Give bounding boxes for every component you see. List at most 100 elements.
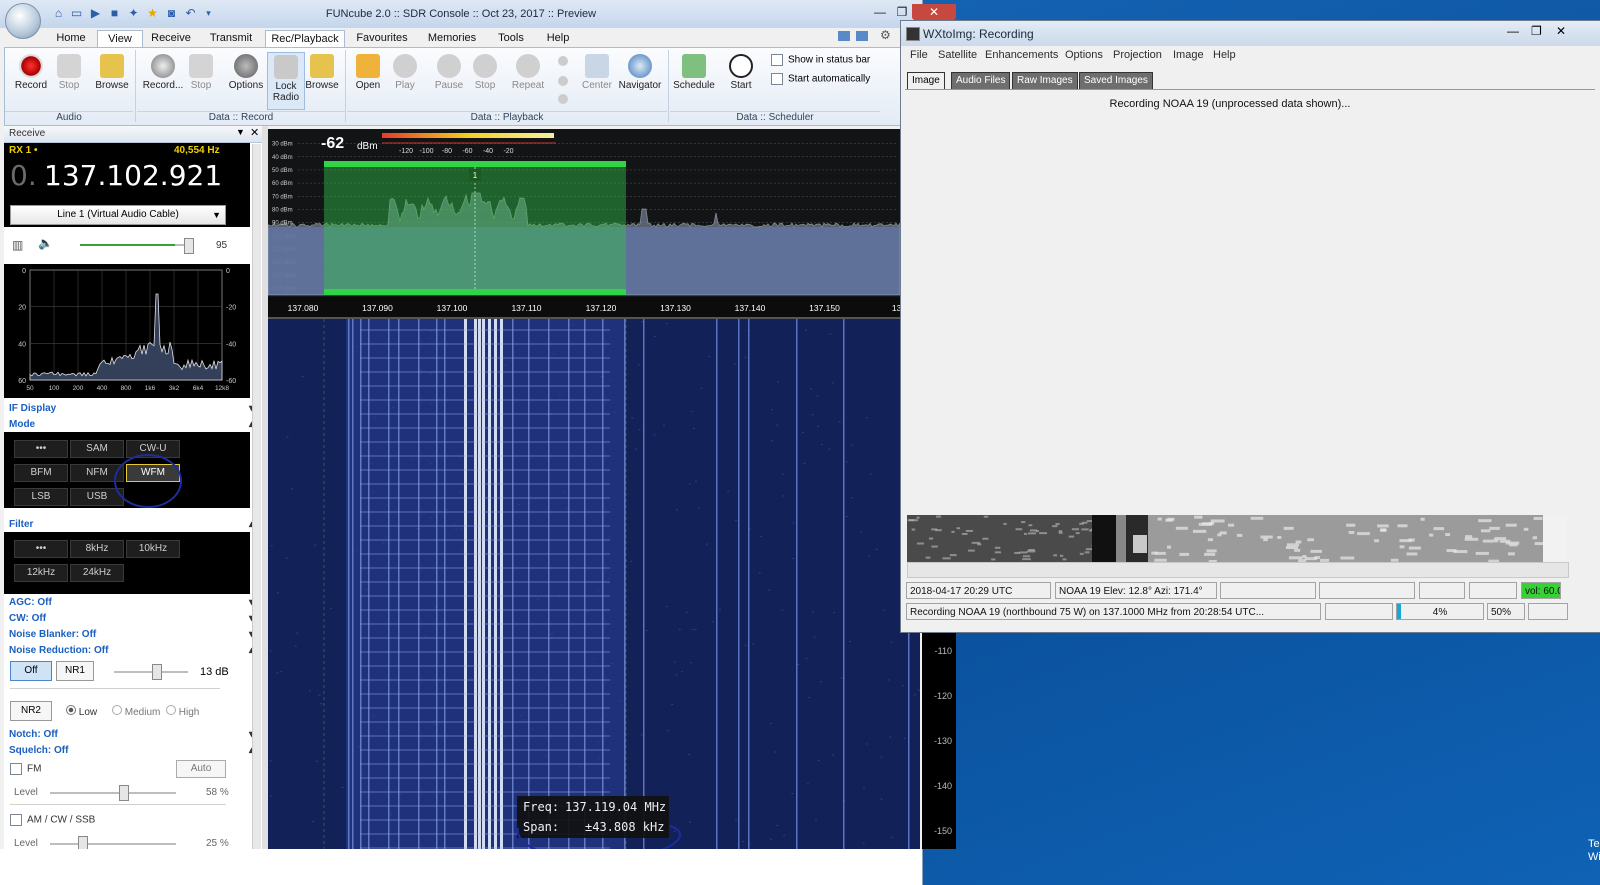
wx-tab-image[interactable]: Image [907,72,945,89]
schedule-button[interactable]: Schedule [671,52,717,112]
tab-memories[interactable]: Memories [423,30,481,47]
speaker-icon[interactable]: 🔈 [38,236,53,250]
start-button[interactable]: Start [721,52,761,112]
volume-thumb[interactable] [184,238,194,254]
menu-projection[interactable]: Projection [1113,49,1162,61]
noise-blanker-header[interactable]: Noise Blanker: Off▾ [4,628,254,642]
nr-low-radio[interactable]: Low [66,705,97,718]
nr1-button[interactable]: NR1 [56,661,94,681]
tab-help[interactable]: Help [539,30,577,47]
menu-help[interactable]: Help [1213,49,1236,61]
minimize-button[interactable]: — [870,4,890,20]
nr-high-radio[interactable]: High [166,705,199,718]
menu-enhancements[interactable]: Enhancements [985,49,1058,61]
wx-tab-saved-images[interactable]: Saved Images [1079,72,1153,90]
menu-satellite[interactable]: Satellite [938,49,977,61]
squelch-auto-button[interactable]: Auto [176,760,226,778]
wx-horizontal-scrollbar[interactable] [907,562,1569,578]
audio-browse-button[interactable]: Browse [92,52,132,112]
wx-tab-audio-files[interactable]: Audio Files [951,72,1010,90]
meter-icon[interactable]: ▥ [12,238,23,252]
center-button[interactable]: Center [577,52,617,112]
layout-icon[interactable] [838,31,850,41]
pause-button[interactable]: Pause [429,52,469,112]
nr-off-button[interactable]: Off [10,661,52,681]
fm-squelch-checkbox[interactable]: FM [10,763,41,775]
mode-more-button[interactable]: ••• [14,440,68,458]
skip-forward-icon[interactable] [558,94,568,104]
mode-header[interactable]: Mode▴ [4,418,254,432]
agc-header[interactable]: AGC: Off▾ [4,596,254,610]
audio-stop-button[interactable]: Stop [49,52,89,112]
play-button[interactable]: Play [385,52,425,112]
filter-12khz-button[interactable]: 12kHz [14,564,68,582]
layout-alt-icon[interactable] [856,31,868,41]
pin-icon[interactable]: ✦ [127,7,140,20]
am-level-slider[interactable] [50,843,176,845]
wx-minimize-button[interactable]: — [1507,24,1519,38]
show-in-status-bar-checkbox[interactable]: Show in status bar [771,54,870,66]
folder-icon[interactable]: ▭ [70,7,83,20]
tab-rec-playback[interactable]: Rec/Playback [265,30,345,48]
play-icon[interactable]: ▶ [89,7,102,20]
filter-24khz-button[interactable]: 24kHz [70,564,124,582]
nr2-button[interactable]: NR2 [10,701,52,721]
open-button[interactable]: Open [348,52,388,112]
star-icon[interactable]: ★ [146,7,159,20]
tab-tools[interactable]: Tools [490,30,532,47]
customize-icon[interactable]: ▾ [202,7,215,20]
filter-10khz-button[interactable]: 10kHz [126,540,180,558]
nr-medium-radio[interactable]: Medium [112,705,160,718]
notch-header[interactable]: Notch: Off▾ [4,728,254,742]
if-display-header[interactable]: IF Display▾ [4,402,254,416]
data-record-button[interactable]: Record... [141,52,185,112]
cw-header[interactable]: CW: Off▾ [4,612,254,626]
menu-file[interactable]: File [910,49,928,61]
nr-slider-thumb[interactable] [152,664,162,680]
settings-icon[interactable]: ⚙ [880,28,891,42]
nr-slider[interactable] [114,671,188,673]
noise-reduction-header[interactable]: Noise Reduction: Off▴ [4,644,254,658]
fm-level-slider[interactable] [50,792,176,794]
close-button[interactable]: ✕ [912,4,956,20]
wx-tab-raw-images[interactable]: Raw Images [1012,72,1078,90]
tab-transmit[interactable]: Transmit [203,30,259,47]
mode-bfm-button[interactable]: BFM [14,464,68,482]
skip-icon[interactable] [558,76,568,86]
data-browse-button[interactable]: Browse [302,52,342,112]
stop-icon[interactable]: ■ [108,7,121,20]
filter-8khz-button[interactable]: 8kHz [70,540,124,558]
audio-device-select[interactable]: Line 1 (Virtual Audio Cable) ▼ [10,205,226,225]
navigator-button[interactable]: Navigator [617,52,663,112]
menu-options[interactable]: Options [1065,49,1103,61]
skip-back-icon[interactable] [558,56,568,66]
tab-receive[interactable]: Receive [146,30,196,47]
lock-radio-button[interactable]: Lock Radio [267,52,305,110]
spectrum-display[interactable]: -120 -100 -80 -60 -40 -20 30 dBm 40 dBm 50 dBm 60… [268,129,900,317]
menu-image[interactable]: Image [1173,49,1204,61]
panel-scrollbar[interactable] [252,144,261,885]
wx-restore-button[interactable]: ❐ [1531,24,1542,38]
undo-icon[interactable]: ↶ [184,7,197,20]
data-stop-button[interactable]: Stop [181,52,221,112]
frequency-display[interactable]: RX 1 • 40,554 Hz 0. 137.102.921 Line 1 (… [4,143,250,227]
squelch-header[interactable]: Squelch: Off▴ [4,744,254,758]
start-automatically-checkbox[interactable]: Start automatically [771,73,870,85]
tab-favourites[interactable]: Favourites [350,30,414,47]
repeat-button[interactable]: Repeat [508,52,548,112]
playback-stop-button[interactable]: Stop [465,52,505,112]
filter-header[interactable]: Filter▴ [4,518,254,532]
tab-home[interactable]: Home [50,30,92,47]
dropdown-icon[interactable]: ▼ [236,127,245,137]
home-icon[interactable]: ⌂ [52,7,65,20]
fm-level-thumb[interactable] [119,785,129,801]
audio-record-button[interactable]: Record [11,52,51,112]
waterfall-display[interactable] [268,319,920,849]
am-cw-ssb-checkbox[interactable]: AM / CW / SSB [10,814,95,826]
restore-button[interactable]: ❐ [892,4,912,20]
camera-icon[interactable]: ◙ [165,7,178,20]
mode-lsb-button[interactable]: LSB [14,488,68,506]
options-button[interactable]: Options [226,52,266,112]
close-icon[interactable]: ✕ [250,126,259,139]
wx-close-button[interactable]: ✕ [1556,24,1566,38]
